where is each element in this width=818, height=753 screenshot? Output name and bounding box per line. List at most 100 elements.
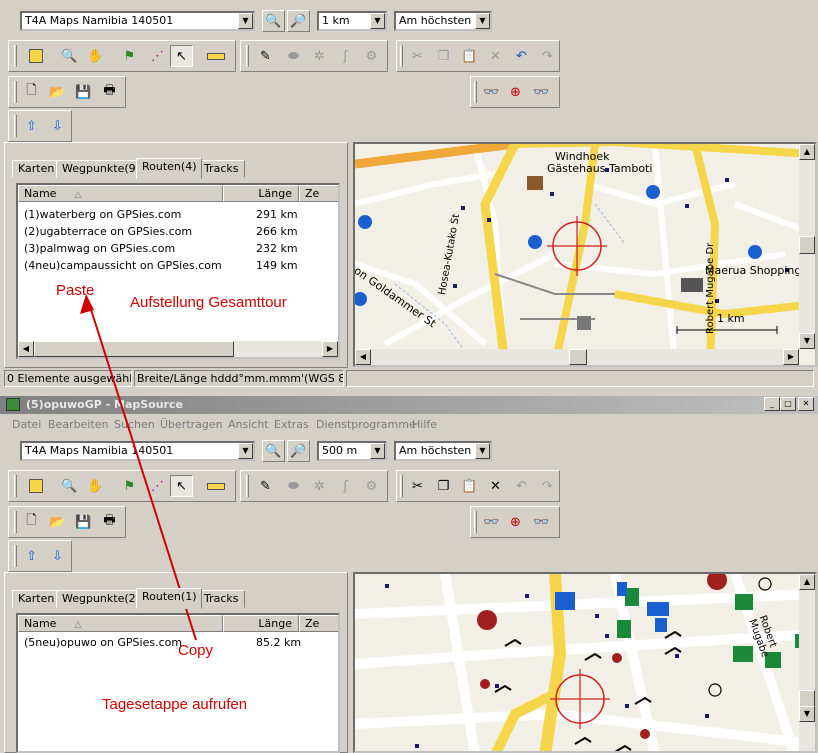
zoom-tool-button[interactable]: 🔍 [58,45,81,67]
column-header-length[interactable]: Länge [223,615,299,632]
find-nearby-button[interactable]: 👓 [530,511,553,533]
horizontal-scrollbar[interactable]: ◀ ▶ [18,341,338,357]
redo-button[interactable]: ↷ [536,45,559,67]
map-product-select-bottom[interactable]: T4A Maps Namibia 140501 ▼ [20,441,255,461]
scroll-thumb[interactable] [34,341,234,357]
maximize-button[interactable]: □ [780,397,796,411]
eraser-tool-button[interactable]: ⬬ [282,475,305,497]
table-row[interactable]: (1)waterberg on GPSies.com 291 km [24,206,304,223]
copy-button[interactable]: ❐ [432,45,455,67]
table-row[interactable]: (5neu)opuwo on GPSies.com 85.2 km [24,634,304,651]
open-button[interactable]: 📂 [46,511,69,533]
scroll-thumb[interactable] [799,236,815,254]
zoom-out-button[interactable]: 🔎 [287,10,310,32]
zoom-in-button[interactable]: 🔍 [262,10,285,32]
find-place-button[interactable]: ⊕ [504,511,527,533]
bottom-route-list[interactable]: Name △ Länge Ze (5neu)opuwo on GPSies.com… [16,613,340,753]
receive-from-device-button[interactable]: ⇩ [46,115,69,137]
toolbar-grip[interactable] [14,511,17,533]
tab-routen[interactable]: Routen(4) [136,158,203,179]
map-vertical-scrollbar[interactable]: ▲ ▼ [799,144,815,349]
map-tool-button[interactable] [24,475,47,497]
toolbar-grip[interactable] [14,545,17,567]
tab-wegpunkte[interactable]: Wegpunkte(2) [56,590,146,608]
close-button[interactable]: ✕ [798,397,814,411]
table-row[interactable]: (2)ugabterrace on GPSies.com 266 km [24,223,304,240]
scale-select[interactable]: 1 km ▼ [317,11,387,31]
find-button[interactable]: 👓 [480,81,503,103]
menu-suchen[interactable]: Suchen [114,418,155,431]
tab-routen[interactable]: Routen(1) [136,588,203,609]
detail-select[interactable]: Am höchsten ▼ [394,11,492,31]
top-route-list[interactable]: Name △ Länge Ze (1)waterberg on GPSies.co… [16,183,340,359]
toolbar-grip[interactable] [400,45,403,67]
open-button[interactable]: 📂 [46,81,69,103]
chevron-down-icon[interactable]: ▼ [475,13,490,29]
undo-button[interactable]: ↶ [510,45,533,67]
route-tool-button[interactable]: ⋰ [146,45,169,67]
delete-button[interactable]: ✕ [484,45,507,67]
detail-select-bottom[interactable]: Am höchsten ▼ [394,441,492,461]
scroll-left-button[interactable]: ◀ [18,341,34,357]
toolbar-grip[interactable] [14,115,17,137]
new-button[interactable]: 🗋 [20,511,43,533]
scroll-down-button[interactable]: ▼ [799,333,815,349]
bottom-map-view[interactable]: Robert Mugabe ▲ ▼ [353,572,817,753]
send-to-device-button[interactable]: ⇧ [20,545,43,567]
tab-wegpunkte[interactable]: Wegpunkte(9) [56,160,146,178]
hand-tool-button[interactable]: ✋ [84,45,107,67]
split-tool-button[interactable]: ✲ [308,475,331,497]
selection-tool-button[interactable]: ↖ [170,475,193,497]
toolbar-grip[interactable] [400,475,403,497]
selection-tool-button[interactable]: ↖ [170,45,193,67]
menu-hilfe[interactable]: Hilfe [412,418,437,431]
print-button[interactable]: 🖶 [98,511,121,533]
eraser-tool-button[interactable]: ⬬ [282,45,305,67]
toolbar-grip[interactable] [246,45,249,67]
scroll-up-button[interactable]: ▲ [799,574,815,590]
waypoint-tool-button[interactable]: ⚑ [118,45,141,67]
copy-button[interactable]: ❐ [432,475,455,497]
send-to-device-button[interactable]: ⇧ [20,115,43,137]
top-map-view[interactable]: Windhoek Gästehaus Tamboti Maerua Shoppi… [353,142,817,367]
waypoint-tool-button[interactable]: ⚑ [118,475,141,497]
find-place-button[interactable]: ⊕ [504,81,527,103]
menu-datei[interactable]: Datei [12,418,41,431]
undo-button[interactable]: ↶ [510,475,533,497]
route-tool-button[interactable]: ⋰ [146,475,169,497]
toolbar-grip[interactable] [14,81,17,103]
column-header-extra[interactable]: Ze [299,615,338,632]
menu-uebertragen[interactable]: Übertragen [160,418,223,431]
paste-button[interactable]: 📋 [458,45,481,67]
zoom-out-button[interactable]: 🔎 [287,440,310,462]
cut-button[interactable]: ✂ [406,45,429,67]
toolbar-grip[interactable] [474,511,477,533]
toolbar-grip[interactable] [14,45,17,67]
tab-tracks[interactable]: Tracks [198,160,245,178]
join-tool-button[interactable]: ʃ [334,45,357,67]
profile-tool-button[interactable]: ⚙ [360,45,383,67]
column-header-extra[interactable]: Ze [299,185,338,202]
hand-tool-button[interactable]: ✋ [84,475,107,497]
scroll-thumb[interactable] [569,349,587,365]
tab-karten[interactable]: Karten [12,590,61,608]
table-row[interactable]: (4neu)campaussicht on GPSies.com 149 km [24,257,304,274]
paste-button[interactable]: 📋 [458,475,481,497]
menu-ansicht[interactable]: Ansicht [228,418,269,431]
distance-tool-button[interactable] [204,45,227,67]
split-tool-button[interactable]: ✲ [308,45,331,67]
tab-karten[interactable]: Karten [12,160,61,178]
scroll-right-button[interactable]: ▶ [783,349,799,365]
toolbar-grip[interactable] [246,475,249,497]
column-header-name[interactable]: Name △ [18,615,223,632]
pencil-tool-button[interactable]: ✎ [254,475,277,497]
scroll-down-button[interactable]: ▼ [799,706,815,722]
redo-button[interactable]: ↷ [536,475,559,497]
scale-select-bottom[interactable]: 500 m ▼ [317,441,387,461]
find-nearby-button[interactable]: 👓 [530,81,553,103]
cut-button[interactable]: ✂ [406,475,429,497]
join-tool-button[interactable]: ʃ [334,475,357,497]
map-tool-button[interactable] [24,45,47,67]
distance-tool-button[interactable] [204,475,227,497]
map-product-select[interactable]: T4A Maps Namibia 140501 ▼ [20,11,255,31]
